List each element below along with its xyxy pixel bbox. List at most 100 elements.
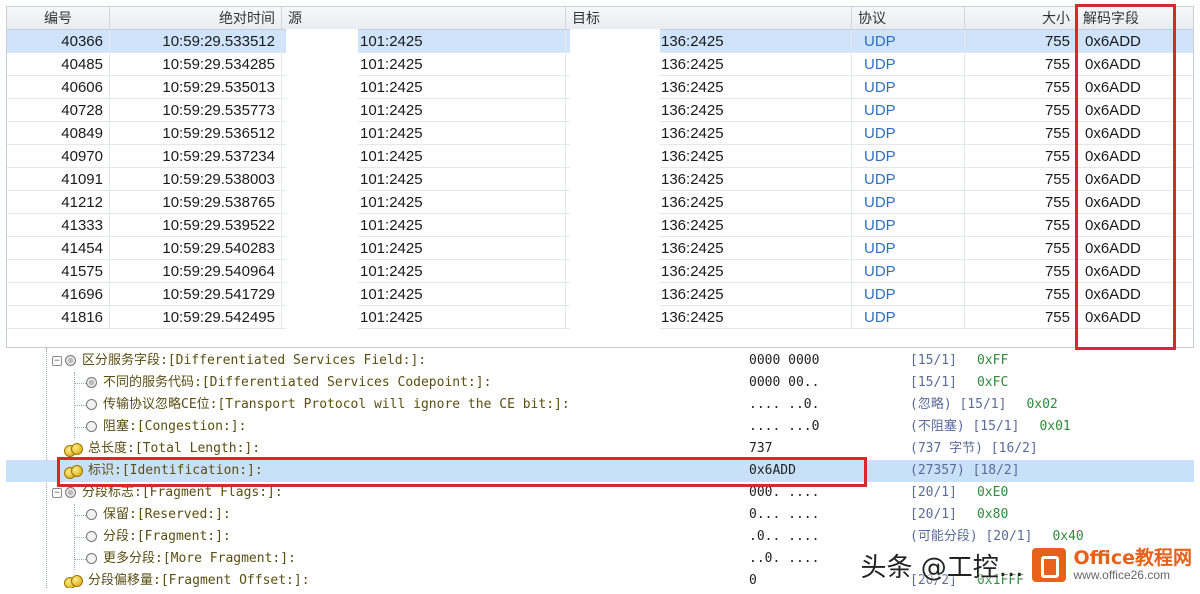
- tree-node-label: 保留:[Reserved:]:: [103, 507, 231, 522]
- tree-node-label: 传输协议忽略CE位:[Transport Protocol will ignor…: [103, 397, 570, 412]
- tree-node-value: .... ...0: [749, 419, 820, 434]
- tree-node-info: [20/1] 0x80: [910, 504, 1008, 526]
- tree-node-label-wrap: 传输协议忽略CE位:[Transport Protocol will ignor…: [86, 394, 570, 416]
- cell-decode-field: 0x6ADD: [1077, 237, 1193, 260]
- tree-node-label-wrap: 标识:[Identification:]:: [64, 460, 263, 482]
- tree-node-offset: (不阻塞) [15/1]: [910, 419, 1020, 434]
- cell-size: 755: [965, 76, 1077, 99]
- cell-size: 755: [965, 191, 1077, 214]
- column-header-source[interactable]: 源: [282, 7, 566, 30]
- watermark-url: www.office26.com: [1073, 567, 1171, 582]
- cell-time: 10:59:29.538765: [110, 191, 282, 214]
- tree-node-offset: [15/1]: [910, 353, 957, 368]
- cell-time: 10:59:29.540964: [110, 260, 282, 283]
- cell-protocol: UDP: [852, 145, 965, 168]
- cell-size: 755: [965, 30, 1077, 53]
- tree-node-info: (不阻塞) [15/1] 0x01: [910, 416, 1071, 438]
- cell-id: 41816: [7, 306, 110, 329]
- cell-decode-field: 0x6ADD: [1077, 214, 1193, 237]
- cell-size: 755: [965, 306, 1077, 329]
- tree-node-mask: 0xFF: [976, 353, 1009, 368]
- tree-node-info: [15/1] 0xFF: [910, 350, 1008, 372]
- tree-node-value: 737: [749, 441, 773, 456]
- tree-node-info: [20/1] 0xE0: [910, 482, 1008, 504]
- cell-id: 41333: [7, 214, 110, 237]
- tree-node[interactable]: 传输协议忽略CE位:[Transport Protocol will ignor…: [6, 394, 1194, 416]
- tree-node[interactable]: 总长度:[Total Length:]: 737 (737 字节) [16/2]: [6, 438, 1194, 460]
- collapse-toggle-icon[interactable]: −: [52, 487, 62, 498]
- field-group-icon: [65, 355, 76, 366]
- cell-decode-field: 0x6ADD: [1077, 99, 1193, 122]
- bit-field-icon: [86, 399, 97, 410]
- tree-node-label: 分段标志:[Fragment Flags:]:: [82, 485, 283, 500]
- cell-time: 10:59:29.537234: [110, 145, 282, 168]
- watermark-site: Office教程网: [1073, 546, 1193, 569]
- tree-node[interactable]: 阻塞:[Congestion:]: .... ...0 (不阻塞) [15/1] 0x…: [6, 416, 1194, 438]
- tree-node-offset: (忽略) [15/1]: [910, 397, 1007, 412]
- tree-node-label-wrap: − 分段标志:[Fragment Flags:]:: [52, 482, 283, 504]
- cell-time: 10:59:29.540283: [110, 237, 282, 260]
- cell-protocol: UDP: [852, 237, 965, 260]
- field-coins-icon: [64, 442, 83, 457]
- tree-node-mask: 0x02: [1026, 397, 1058, 412]
- cell-time: 10:59:29.542495: [110, 306, 282, 329]
- cell-id: 40970: [7, 145, 110, 168]
- tree-node-label: 不同的服务代码:[Differentiated Services Codepoi…: [103, 375, 492, 390]
- cell-decode-field: 0x6ADD: [1077, 191, 1193, 214]
- tree-node-value: .0.. ....: [749, 529, 820, 544]
- cell-decode-field: 0x6ADD: [1077, 145, 1193, 168]
- watermark-text: 头条 @工控...: [860, 552, 1024, 583]
- tree-node-info: (27357) [18/2]: [910, 460, 1040, 482]
- cell-decode-field: 0x6ADD: [1077, 283, 1193, 306]
- tree-node-label-wrap: 保留:[Reserved:]:: [86, 504, 231, 526]
- tree-node-label: 总长度:[Total Length:]:: [88, 441, 261, 456]
- cell-protocol: UDP: [852, 76, 965, 99]
- cell-time: 10:59:29.541729: [110, 283, 282, 306]
- tree-node-value: 0... ....: [749, 507, 820, 522]
- column-header-size[interactable]: 大小: [965, 7, 1077, 30]
- cell-size: 755: [965, 237, 1077, 260]
- tree-node-label-wrap: 总长度:[Total Length:]:: [64, 438, 260, 460]
- tree-node-label-wrap: 分段:[Fragment:]:: [86, 526, 231, 548]
- cell-size: 755: [965, 283, 1077, 306]
- tree-node[interactable]: 标识:[Identification:]: 0x6ADD (27357) [18/2…: [6, 460, 1194, 482]
- office-logo-icon: [1031, 548, 1066, 582]
- cell-protocol: UDP: [852, 306, 965, 329]
- cell-decode-field: 0x6ADD: [1077, 53, 1193, 76]
- cell-decode-field: 0x6ADD: [1077, 122, 1193, 145]
- tree-node-value: 0000 0000: [749, 353, 820, 368]
- tree-node[interactable]: 保留:[Reserved:]: 0... .... [20/1] 0x80: [6, 504, 1194, 526]
- cell-size: 755: [965, 214, 1077, 237]
- cell-decode-field: 0x6ADD: [1077, 168, 1193, 191]
- cell-size: 755: [965, 53, 1077, 76]
- redaction-mask-destination: [570, 29, 660, 347]
- tree-node-label: 分段:[Fragment:]:: [103, 529, 231, 544]
- cell-protocol: UDP: [852, 122, 965, 145]
- bit-field-icon: [86, 531, 97, 542]
- tree-node-value: ..0. ....: [749, 551, 820, 566]
- column-header-destination[interactable]: 目标: [566, 7, 852, 30]
- cell-time: 10:59:29.535013: [110, 76, 282, 99]
- tree-node[interactable]: 不同的服务代码:[Differentiated Services Codepoi…: [6, 372, 1194, 394]
- tree-node-info: [15/1] 0xFC: [910, 372, 1008, 394]
- tree-node[interactable]: − 分段标志:[Fragment Flags:]: 000. .... [20/1] 0…: [6, 482, 1194, 504]
- column-header-decode-field[interactable]: 解码字段: [1077, 7, 1193, 30]
- collapse-toggle-icon[interactable]: −: [52, 355, 62, 366]
- cell-id: 40606: [7, 76, 110, 99]
- tree-node-offset: [15/1]: [910, 375, 957, 390]
- field-coins-icon: [64, 574, 83, 588]
- column-header-time[interactable]: 绝对时间: [110, 7, 282, 30]
- cell-size: 755: [965, 99, 1077, 122]
- tree-node-mask: 0x80: [976, 507, 1009, 522]
- tree-node-offset: [20/1]: [910, 507, 957, 522]
- column-header-protocol[interactable]: 协议: [852, 7, 965, 30]
- column-header-id[interactable]: 编号: [7, 7, 110, 30]
- cell-protocol: UDP: [852, 283, 965, 306]
- tree-node[interactable]: − 区分服务字段:[Differentiated Services Field:]…: [6, 350, 1194, 372]
- tree-node-label: 阻塞:[Congestion:]:: [103, 419, 247, 434]
- tree-node-label-wrap: 不同的服务代码:[Differentiated Services Codepoi…: [86, 372, 491, 394]
- cell-protocol: UDP: [852, 53, 965, 76]
- field-group-icon: [65, 487, 76, 498]
- tree-node-label: 更多分段:[More Fragment:]:: [103, 551, 296, 566]
- cell-protocol: UDP: [852, 191, 965, 214]
